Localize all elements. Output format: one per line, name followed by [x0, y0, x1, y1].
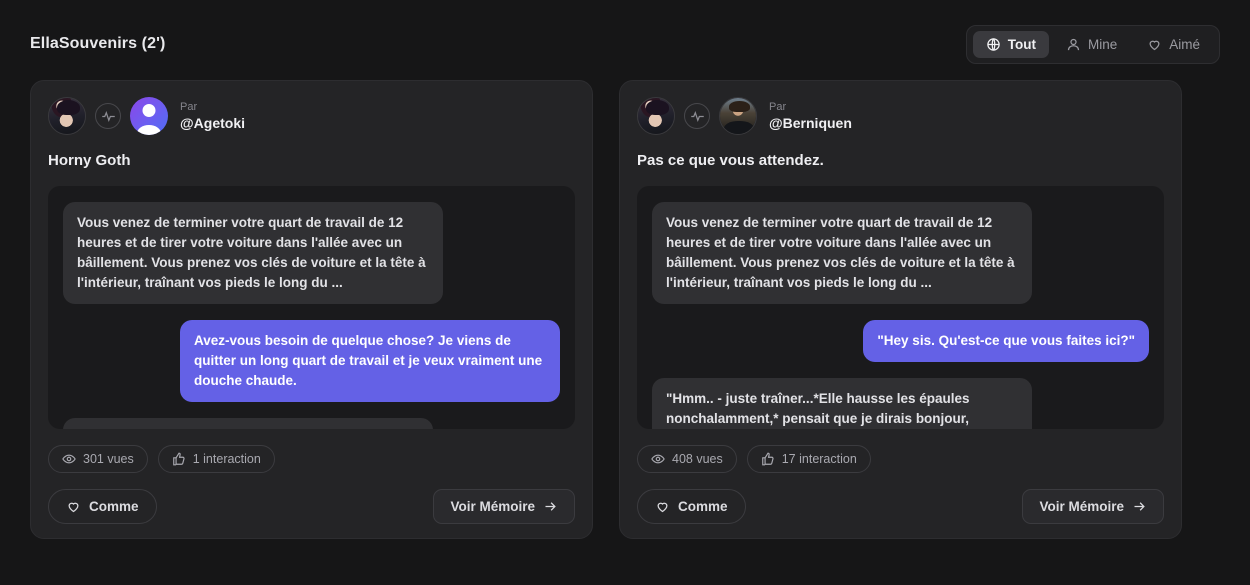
like-button-label: Comme — [89, 499, 139, 514]
arrow-right-icon — [543, 499, 558, 514]
page-root: EllaSouvenirs (2') Tout Mine Aimé Par @A… — [0, 0, 1250, 585]
filter-tout[interactable]: Tout — [972, 30, 1049, 58]
filter-mine-label: Mine — [1087, 36, 1118, 52]
memory-title: Pas ce que vous attendez. — [637, 152, 824, 169]
thumbs-up-icon — [761, 452, 775, 466]
interactions-chip: 17 interaction — [746, 445, 871, 473]
by-label: Par — [769, 101, 787, 114]
byline: Par @Agetoki — [180, 101, 245, 131]
message-bubble-me: Avez-vous besoin de quelque chose? Je vi… — [180, 319, 560, 402]
pulse-icon — [684, 103, 710, 129]
interactions-label: 1 interaction — [192, 452, 261, 466]
pulse-icon — [95, 103, 121, 129]
card-actions: Comme Voir Mémoire — [637, 489, 1164, 524]
goth-character-avatar[interactable] — [637, 97, 675, 135]
photo-user-avatar[interactable] — [719, 97, 757, 135]
thumbs-up-icon — [172, 452, 186, 466]
heart-icon — [1147, 37, 1162, 52]
view-memory-label: Voir Mémoire — [1039, 499, 1124, 514]
globe-icon — [986, 37, 1001, 52]
views-chip: 408 vues — [637, 445, 737, 473]
card-header: Par @Berniquen — [637, 97, 1164, 135]
memory-title: Horny Goth — [48, 152, 131, 169]
filter-tout-label: Tout — [1007, 36, 1036, 52]
page-title: EllaSouvenirs (2') — [30, 35, 166, 52]
person-icon — [1066, 37, 1081, 52]
view-memory-button[interactable]: Voir Mémoire — [433, 489, 575, 524]
top-bar: EllaSouvenirs (2') Tout Mine Aimé — [0, 0, 1250, 64]
views-label: 408 vues — [672, 452, 723, 466]
arrow-right-icon — [1132, 499, 1147, 514]
heart-icon — [66, 499, 81, 514]
byline: Par @Berniquen — [769, 101, 852, 131]
chat-row: Vous venez de terminer votre quart de tr… — [63, 202, 560, 304]
stats-row: 301 vues 1 interaction — [48, 445, 575, 473]
message-bubble-them: Vous venez de terminer votre quart de tr… — [652, 202, 1032, 304]
like-button-label: Comme — [678, 499, 728, 514]
like-button[interactable]: Comme — [48, 489, 157, 524]
interactions-label: 17 interaction — [781, 452, 857, 466]
filter-aime[interactable]: Aimé — [1134, 31, 1213, 58]
chat-row: Avez-vous besoin de quelque chose? Je vi… — [63, 319, 560, 402]
author-username[interactable]: @Agetoki — [180, 115, 245, 131]
chat-preview[interactable]: Vous venez de terminer votre quart de tr… — [48, 186, 575, 429]
by-label: Par — [180, 101, 198, 114]
chat-row: "Hmm.. - juste traîner...*Elle hausse le… — [652, 377, 1149, 429]
stats-row: 408 vues 17 interaction — [637, 445, 1164, 473]
card-actions: Comme Voir Mémoire — [48, 489, 575, 524]
goth-character-avatar[interactable] — [48, 97, 86, 135]
author-username[interactable]: @Berniquen — [769, 115, 852, 131]
eye-icon — [651, 452, 665, 466]
message-bubble-them: Vous venez de terminer votre quart de tr… — [63, 202, 443, 304]
interactions-chip: 1 interaction — [157, 445, 275, 473]
chat-preview[interactable]: Vous venez de terminer votre quart de tr… — [637, 186, 1164, 429]
view-memory-label: Voir Mémoire — [450, 499, 535, 514]
memory-card-list: Par @Agetoki Horny Goth Vous venez de te… — [0, 62, 1250, 539]
eye-icon — [62, 452, 76, 466]
message-bubble-them-clipped — [63, 417, 433, 429]
chat-row — [63, 417, 560, 429]
filter-aime-label: Aimé — [1169, 36, 1200, 52]
like-button[interactable]: Comme — [637, 489, 746, 524]
card-header: Par @Agetoki — [48, 97, 575, 135]
message-bubble-me: "Hey sis. Qu'est-ce que vous faites ici?… — [863, 319, 1149, 362]
views-label: 301 vues — [83, 452, 134, 466]
message-bubble-them-clipped: "Hmm.. - juste traîner...*Elle hausse le… — [652, 377, 1032, 429]
memory-card[interactable]: Par @Berniquen Pas ce que vous attendez.… — [619, 80, 1182, 539]
filter-mine[interactable]: Mine — [1053, 31, 1130, 58]
views-chip: 301 vues — [48, 445, 148, 473]
default-user-avatar[interactable] — [130, 97, 168, 135]
filter-group: Tout Mine Aimé — [965, 24, 1220, 64]
heart-icon — [655, 499, 670, 514]
view-memory-button[interactable]: Voir Mémoire — [1022, 489, 1164, 524]
memory-card[interactable]: Par @Agetoki Horny Goth Vous venez de te… — [30, 80, 593, 539]
chat-row: "Hey sis. Qu'est-ce que vous faites ici?… — [652, 319, 1149, 362]
chat-row: Vous venez de terminer votre quart de tr… — [652, 202, 1149, 304]
